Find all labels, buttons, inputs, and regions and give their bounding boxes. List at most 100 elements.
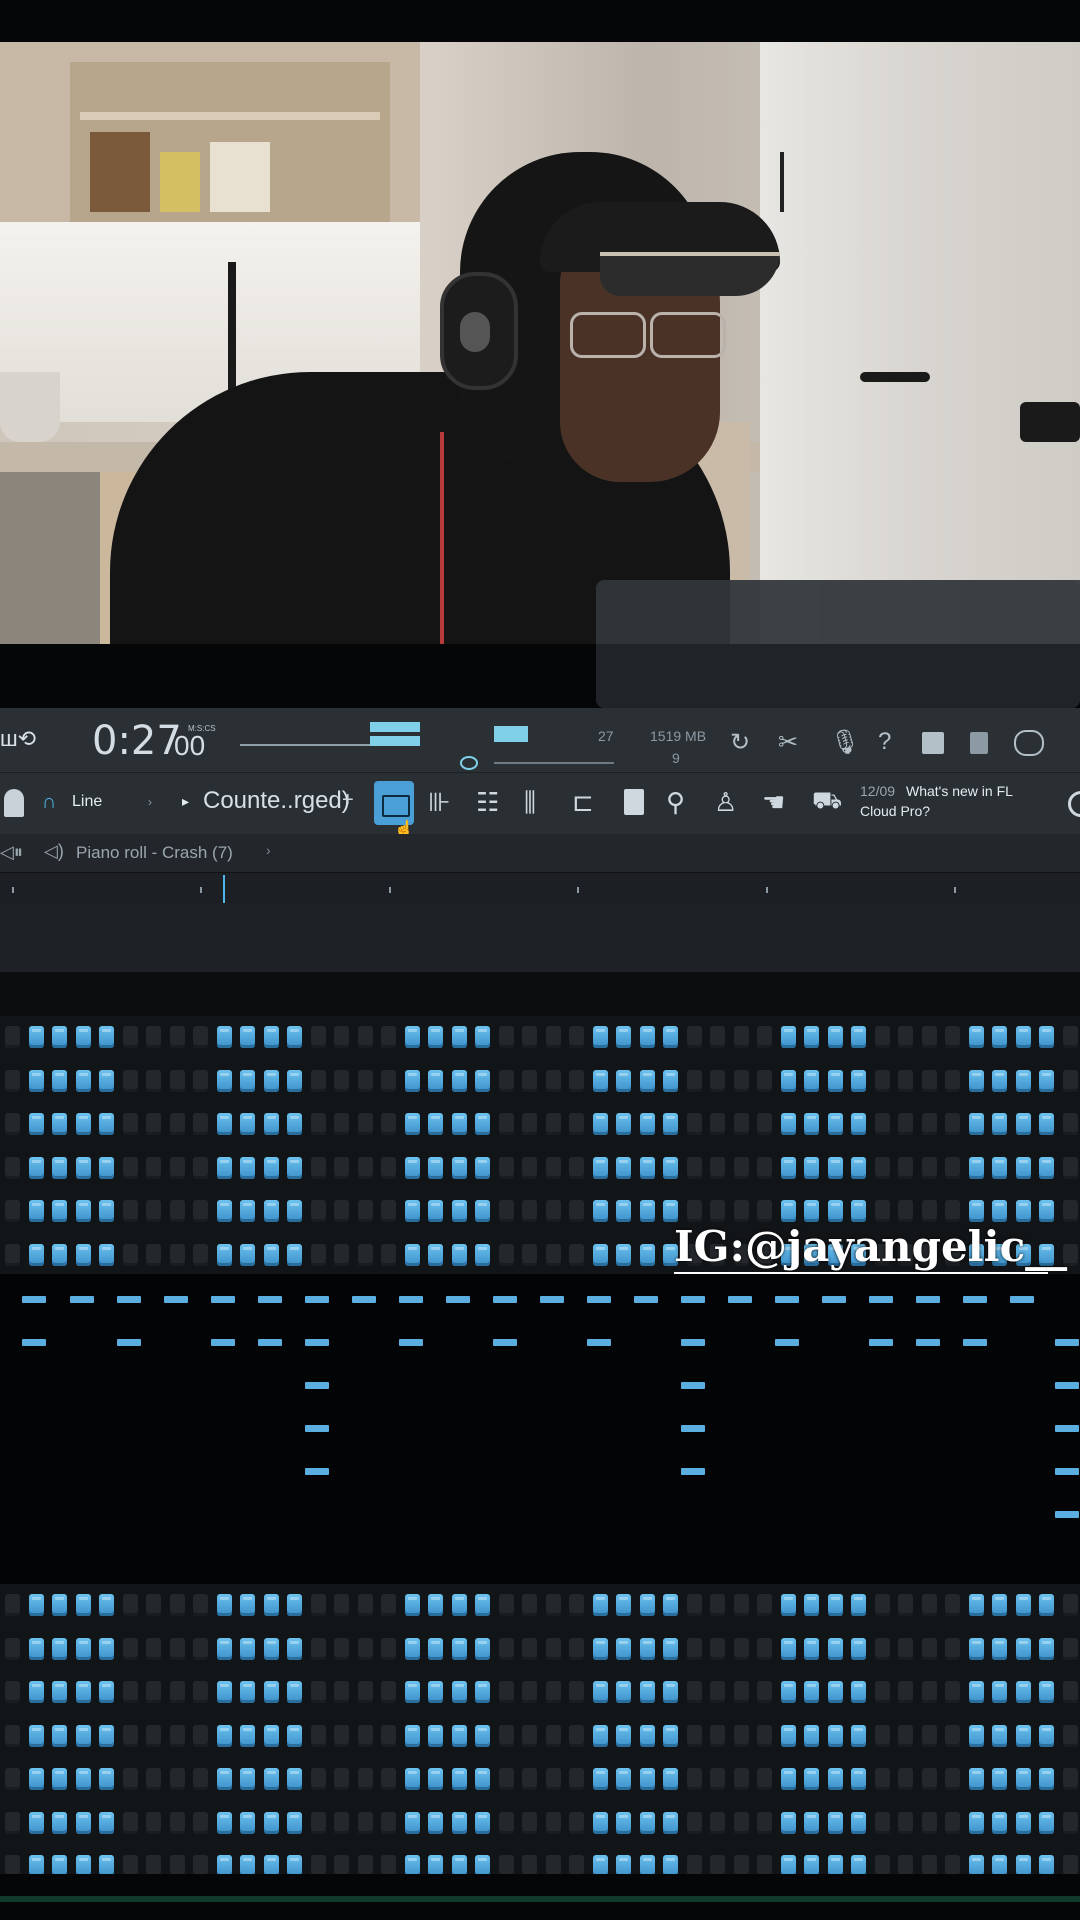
step-button-off[interactable] bbox=[122, 1811, 138, 1834]
step-button-off[interactable] bbox=[169, 1811, 185, 1834]
step-button-off[interactable] bbox=[874, 1113, 890, 1135]
piano-note[interactable] bbox=[164, 1296, 188, 1303]
step-button-on[interactable] bbox=[99, 1811, 114, 1834]
step-button-on[interactable] bbox=[804, 1026, 819, 1048]
step-button-on[interactable] bbox=[428, 1113, 443, 1135]
step-button-off[interactable] bbox=[146, 1026, 161, 1048]
step-button-on[interactable] bbox=[52, 1594, 67, 1616]
step-button-off[interactable] bbox=[945, 1200, 960, 1222]
step-button-on[interactable] bbox=[75, 1768, 91, 1790]
step-button-on[interactable] bbox=[287, 1724, 302, 1747]
step-button-off[interactable] bbox=[169, 1156, 185, 1179]
step-button-on[interactable] bbox=[639, 1156, 655, 1179]
step-button-off[interactable] bbox=[898, 1156, 913, 1179]
step-button-off[interactable] bbox=[310, 1594, 326, 1616]
step-button-on[interactable] bbox=[804, 1724, 819, 1747]
step-button-on[interactable] bbox=[240, 1243, 255, 1266]
step-button-on[interactable] bbox=[804, 1681, 819, 1703]
step-button-off[interactable] bbox=[686, 1768, 702, 1790]
step-button-on[interactable] bbox=[428, 1069, 443, 1092]
step-button-off[interactable] bbox=[1062, 1156, 1078, 1179]
step-button-off[interactable] bbox=[146, 1113, 161, 1135]
step-button-off[interactable] bbox=[122, 1637, 138, 1660]
piano-note[interactable] bbox=[1055, 1382, 1079, 1389]
step-button-off[interactable] bbox=[357, 1811, 373, 1834]
step-button-on[interactable] bbox=[1039, 1156, 1054, 1179]
step-button-off[interactable] bbox=[1062, 1681, 1078, 1703]
undo-icon[interactable]: ↻ bbox=[730, 728, 750, 757]
step-button-off[interactable] bbox=[874, 1768, 890, 1790]
step-button-off[interactable] bbox=[921, 1768, 937, 1790]
step-button-on[interactable] bbox=[592, 1594, 608, 1616]
step-button-on[interactable] bbox=[780, 1594, 796, 1616]
piano-note[interactable] bbox=[1010, 1296, 1034, 1303]
step-button-off[interactable] bbox=[733, 1156, 749, 1179]
step-button-off[interactable] bbox=[498, 1200, 514, 1222]
step-button-on[interactable] bbox=[851, 1637, 866, 1660]
step-button-off[interactable] bbox=[5, 1724, 20, 1747]
step-button-off[interactable] bbox=[545, 1594, 561, 1616]
step-button-on[interactable] bbox=[616, 1026, 631, 1048]
step-button-off[interactable] bbox=[381, 1200, 396, 1222]
step-button-off[interactable] bbox=[686, 1026, 702, 1048]
step-button-on[interactable] bbox=[451, 1200, 467, 1222]
step-button-on[interactable] bbox=[968, 1026, 984, 1048]
step-button-on[interactable] bbox=[404, 1156, 420, 1179]
step-button-on[interactable] bbox=[404, 1724, 420, 1747]
step-button-on[interactable] bbox=[28, 1681, 44, 1703]
step-button-on[interactable] bbox=[1039, 1637, 1054, 1660]
step-button-on[interactable] bbox=[475, 1637, 490, 1660]
piano-note[interactable] bbox=[70, 1296, 94, 1303]
step-button-off[interactable] bbox=[5, 1637, 20, 1660]
step-button-on[interactable] bbox=[287, 1768, 302, 1790]
step-button-off[interactable] bbox=[545, 1113, 561, 1135]
hand-icon[interactable]: ☚ bbox=[762, 787, 785, 818]
step-button-off[interactable] bbox=[710, 1026, 725, 1048]
step-button-on[interactable] bbox=[992, 1156, 1007, 1179]
step-button-off[interactable] bbox=[733, 1681, 749, 1703]
step-button-off[interactable] bbox=[733, 1026, 749, 1048]
step-button-off[interactable] bbox=[381, 1637, 396, 1660]
step-button-on[interactable] bbox=[968, 1811, 984, 1834]
step-button-off[interactable] bbox=[1062, 1026, 1078, 1048]
step-button-on[interactable] bbox=[52, 1156, 67, 1179]
step-button-off[interactable] bbox=[498, 1681, 514, 1703]
step-button-on[interactable] bbox=[28, 1200, 44, 1222]
step-button-off[interactable] bbox=[310, 1156, 326, 1179]
step-button-on[interactable] bbox=[804, 1069, 819, 1092]
step-button-on[interactable] bbox=[428, 1724, 443, 1747]
step-button-on[interactable] bbox=[1039, 1811, 1054, 1834]
step-button-off[interactable] bbox=[381, 1724, 396, 1747]
piano-note[interactable] bbox=[305, 1296, 329, 1303]
step-button-off[interactable] bbox=[1062, 1113, 1078, 1135]
step-button-on[interactable] bbox=[1015, 1026, 1031, 1048]
step-button-on[interactable] bbox=[592, 1069, 608, 1092]
step-button-on[interactable] bbox=[404, 1113, 420, 1135]
step-button-off[interactable] bbox=[686, 1200, 702, 1222]
step-button-on[interactable] bbox=[475, 1594, 490, 1616]
step-button-off[interactable] bbox=[5, 1681, 20, 1703]
piano-note[interactable] bbox=[493, 1296, 517, 1303]
step-button-on[interactable] bbox=[827, 1156, 843, 1179]
step-button-on[interactable] bbox=[99, 1768, 114, 1790]
step-button-off[interactable] bbox=[569, 1637, 584, 1660]
step-button-off[interactable] bbox=[193, 1724, 208, 1747]
step-button-on[interactable] bbox=[475, 1768, 490, 1790]
step-button-on[interactable] bbox=[240, 1594, 255, 1616]
step-button-off[interactable] bbox=[498, 1243, 514, 1266]
step-button-off[interactable] bbox=[334, 1113, 349, 1135]
step-button-off[interactable] bbox=[381, 1681, 396, 1703]
news-line1[interactable]: What's new in FL bbox=[906, 783, 1013, 799]
step-button-off[interactable] bbox=[1062, 1637, 1078, 1660]
step-button-off[interactable] bbox=[357, 1243, 373, 1266]
step-button-on[interactable] bbox=[428, 1026, 443, 1048]
step-button-on[interactable] bbox=[1015, 1724, 1031, 1747]
step-button-on[interactable] bbox=[616, 1724, 631, 1747]
step-button-on[interactable] bbox=[263, 1113, 279, 1135]
step-button-on[interactable] bbox=[75, 1724, 91, 1747]
step-button-off[interactable] bbox=[874, 1724, 890, 1747]
step-button-off[interactable] bbox=[5, 1594, 20, 1616]
step-button-off[interactable] bbox=[498, 1113, 514, 1135]
step-button-off[interactable] bbox=[310, 1724, 326, 1747]
news-line2[interactable]: Cloud Pro? bbox=[860, 803, 930, 819]
